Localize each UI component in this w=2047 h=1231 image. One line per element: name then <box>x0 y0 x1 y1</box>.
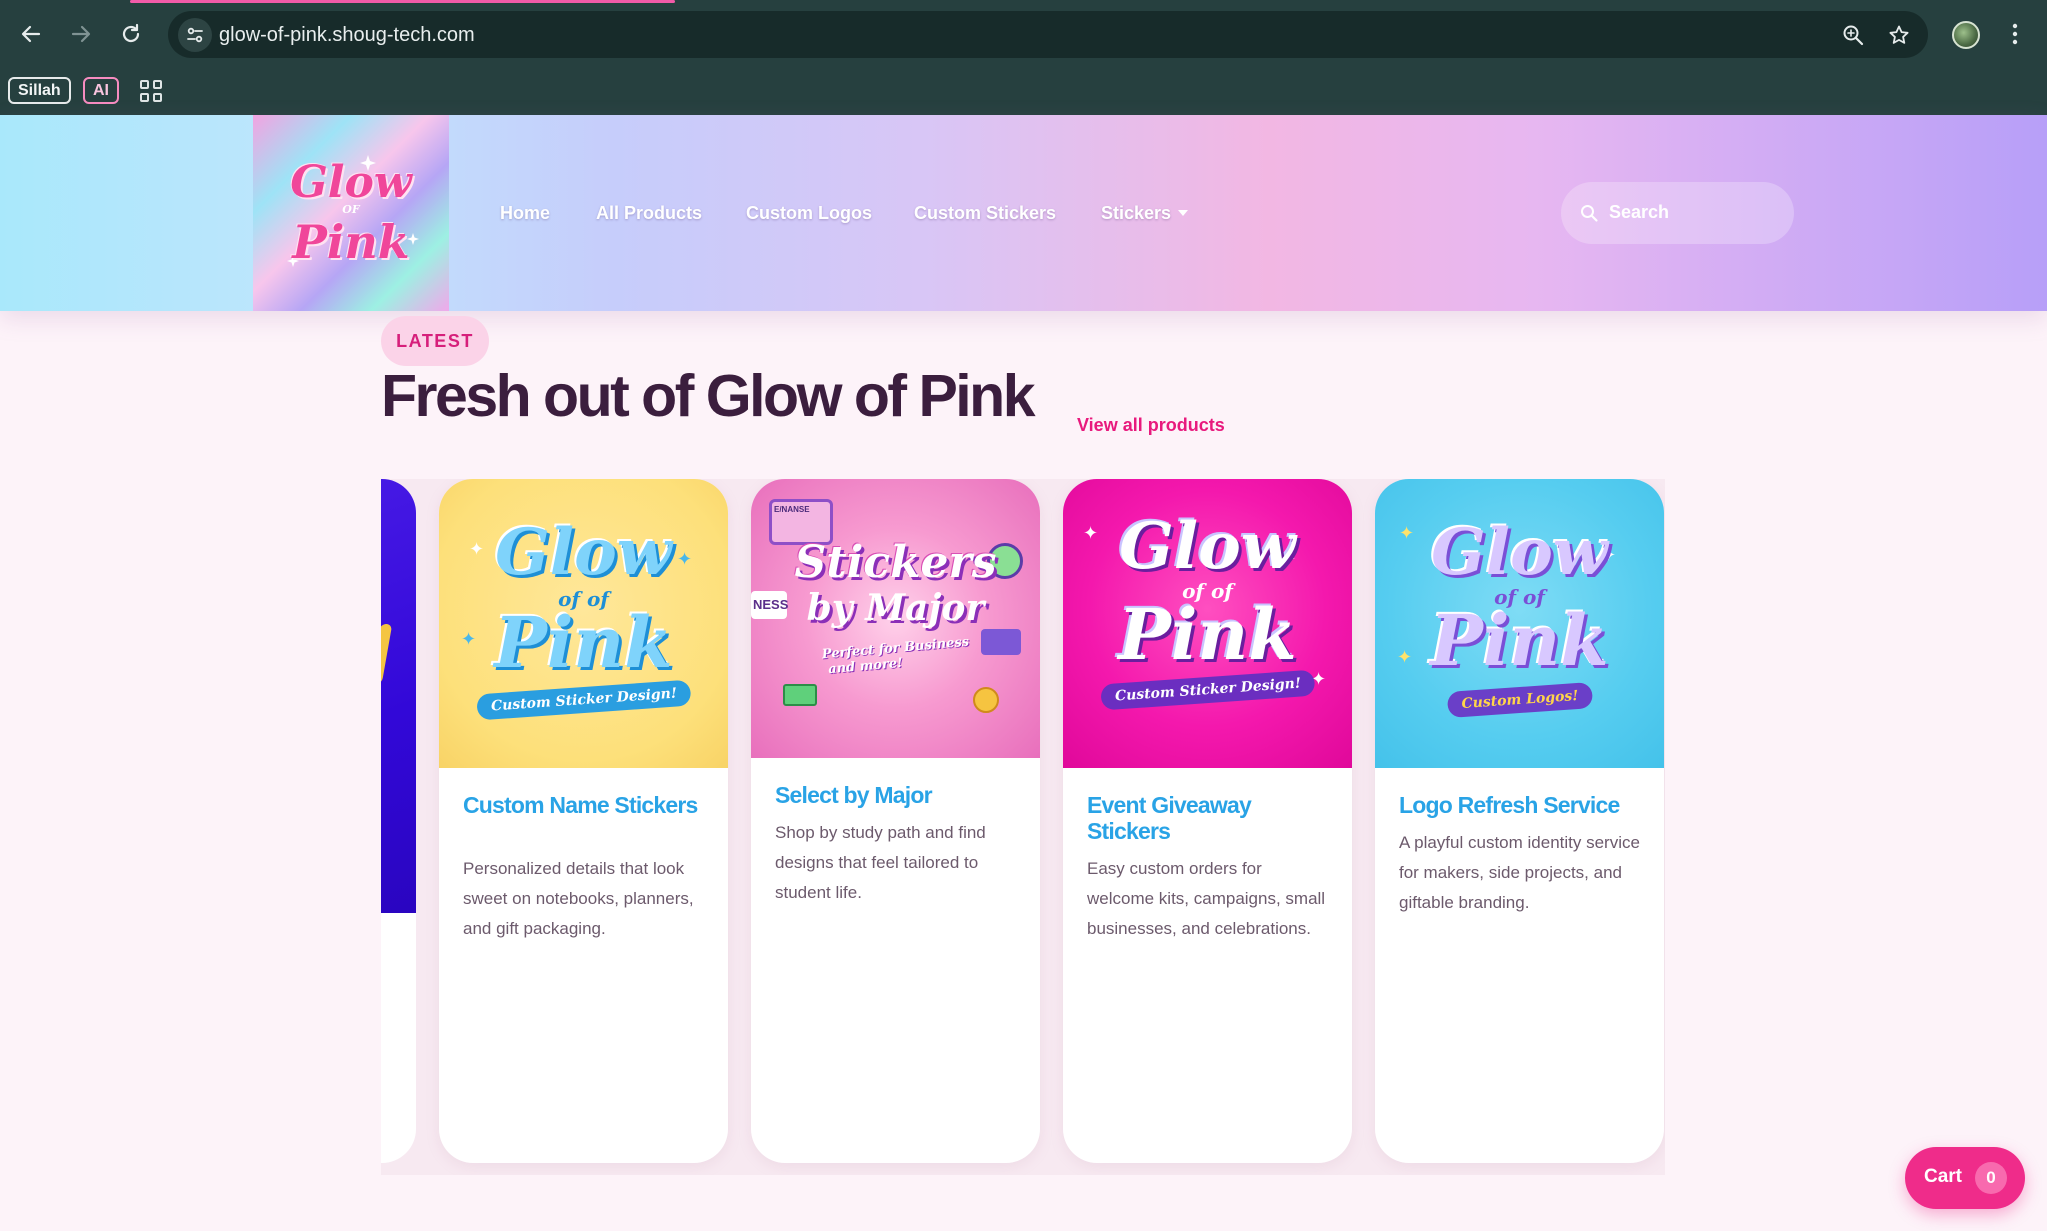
search-icon <box>1581 205 1598 222</box>
back-button[interactable] <box>13 16 49 52</box>
product-title[interactable]: Logo Refresh Service <box>1399 792 1644 818</box>
product-title[interactable]: Custom Name Stickers <box>463 792 708 818</box>
search-placeholder: Search <box>1609 202 1670 222</box>
art-text-pink: Pink <box>494 601 673 684</box>
bookmark-star-button[interactable] <box>1884 20 1914 50</box>
page-load-progress <box>130 0 675 3</box>
site-logo[interactable]: Glow OF Pink <box>253 115 449 311</box>
bookmark-ai[interactable]: AI <box>83 77 119 104</box>
cart-count-badge: 0 <box>1975 1162 2007 1194</box>
nav-custom-logos[interactable]: Custom Logos <box>746 202 872 224</box>
product-card[interactable]: ✦ ✦ ✦ Glow of of Pink Custom Sticker Des… <box>439 479 728 1163</box>
art-ribbon: Custom Sticker Design! <box>475 679 692 721</box>
url-text[interactable]: glow-of-pink.shoug-tech.com <box>219 24 475 47</box>
product-card-partial[interactable] <box>381 479 416 1163</box>
image-detail <box>381 624 393 684</box>
reload-button[interactable] <box>113 16 149 52</box>
page-title: Fresh out of Glow of Pink <box>381 363 1036 429</box>
browser-chrome: glow-of-pink.shoug-tech.com Sillah AI <box>0 0 2047 115</box>
nav-home[interactable]: Home <box>500 202 550 224</box>
zoom-button[interactable] <box>1838 20 1868 50</box>
art-tag-text: E/NANSE <box>774 505 810 514</box>
product-description: Shop by study path and find designs that… <box>775 823 986 902</box>
product-description: A playful custom identity service for ma… <box>1399 833 1640 912</box>
product-image: ✦ ✦ ✦ Glow of of Pink Custom Logos! <box>1375 479 1664 768</box>
forward-button[interactable] <box>63 16 99 52</box>
nav-stickers-label: Stickers <box>1101 202 1172 223</box>
apps-grid-icon[interactable] <box>140 80 162 102</box>
product-card[interactable]: ✦ ✦ ✦ Glow of of Pink Custom Sticker Des… <box>1063 479 1352 1163</box>
back-arrow-icon <box>21 25 41 43</box>
art-text-pink: Pink <box>1430 599 1609 682</box>
product-description: Easy custom orders for welcome kits, cam… <box>1087 859 1326 938</box>
art-text-glow: Glow <box>1119 509 1296 584</box>
art-text-glow: Glow <box>495 515 672 590</box>
forward-arrow-icon <box>71 25 91 43</box>
logo-word-glow: Glow <box>290 157 412 208</box>
cart-label: Cart <box>1924 1166 1963 1187</box>
address-bar[interactable]: glow-of-pink.shoug-tech.com <box>168 11 1928 58</box>
star-icon <box>1889 25 1909 44</box>
more-menu-icon <box>2012 23 2018 45</box>
product-card[interactable]: ✦ ✦ ✦ Glow of of Pink Custom Logos! Logo… <box>1375 479 1664 1163</box>
profile-avatar[interactable] <box>1952 21 1980 49</box>
latest-badge: LATEST <box>381 316 489 366</box>
nav-stickers-dropdown[interactable]: Stickers <box>1101 202 1189 224</box>
cart-button[interactable]: Cart 0 <box>1905 1147 2025 1209</box>
art-money-shape <box>783 684 817 706</box>
product-image: E/NANSE NESS Stickers by Major Perfect f… <box>751 479 1040 758</box>
product-card[interactable]: E/NANSE NESS Stickers by Major Perfect f… <box>751 479 1040 1163</box>
art-text-pink: Pink <box>1118 593 1297 676</box>
site-header: Glow OF Pink Home All Products Custom Lo… <box>0 115 2047 311</box>
art-ribbon: Custom Logos! <box>1446 681 1593 719</box>
art-text-stickers: Stickers <box>794 537 997 588</box>
logo-word-pink: Pink <box>292 215 410 269</box>
nav-custom-stickers[interactable]: Custom Stickers <box>914 202 1056 224</box>
zoom-icon <box>1843 25 1864 46</box>
product-image-partial <box>381 479 416 913</box>
search-input[interactable]: Search <box>1561 182 1794 244</box>
product-title[interactable]: Event Giveaway Stickers <box>1087 792 1332 844</box>
product-image: ✦ ✦ ✦ Glow of of Pink Custom Sticker Des… <box>439 479 728 768</box>
art-coin-shape <box>973 687 999 713</box>
more-menu-button[interactable] <box>2003 18 2027 50</box>
product-carousel[interactable]: ✦ ✦ ✦ Glow of of Pink Custom Sticker Des… <box>381 479 1665 1175</box>
view-all-products-link[interactable]: View all products <box>1077 415 1225 436</box>
chevron-down-icon <box>1178 210 1189 216</box>
reload-icon <box>122 23 140 43</box>
product-title[interactable]: Select by Major <box>775 782 1020 808</box>
site-settings-icon <box>187 27 203 43</box>
product-description: Personalized details that look sweet on … <box>463 859 694 938</box>
art-text-by-major: by Major <box>806 587 985 629</box>
product-image: ✦ ✦ ✦ Glow of of Pink Custom Sticker Des… <box>1063 479 1352 768</box>
bookmark-sillah[interactable]: Sillah <box>8 77 71 104</box>
art-text-glow: Glow <box>1431 515 1608 590</box>
nav-all-products[interactable]: All Products <box>596 202 702 224</box>
site-settings-button[interactable] <box>178 18 212 52</box>
